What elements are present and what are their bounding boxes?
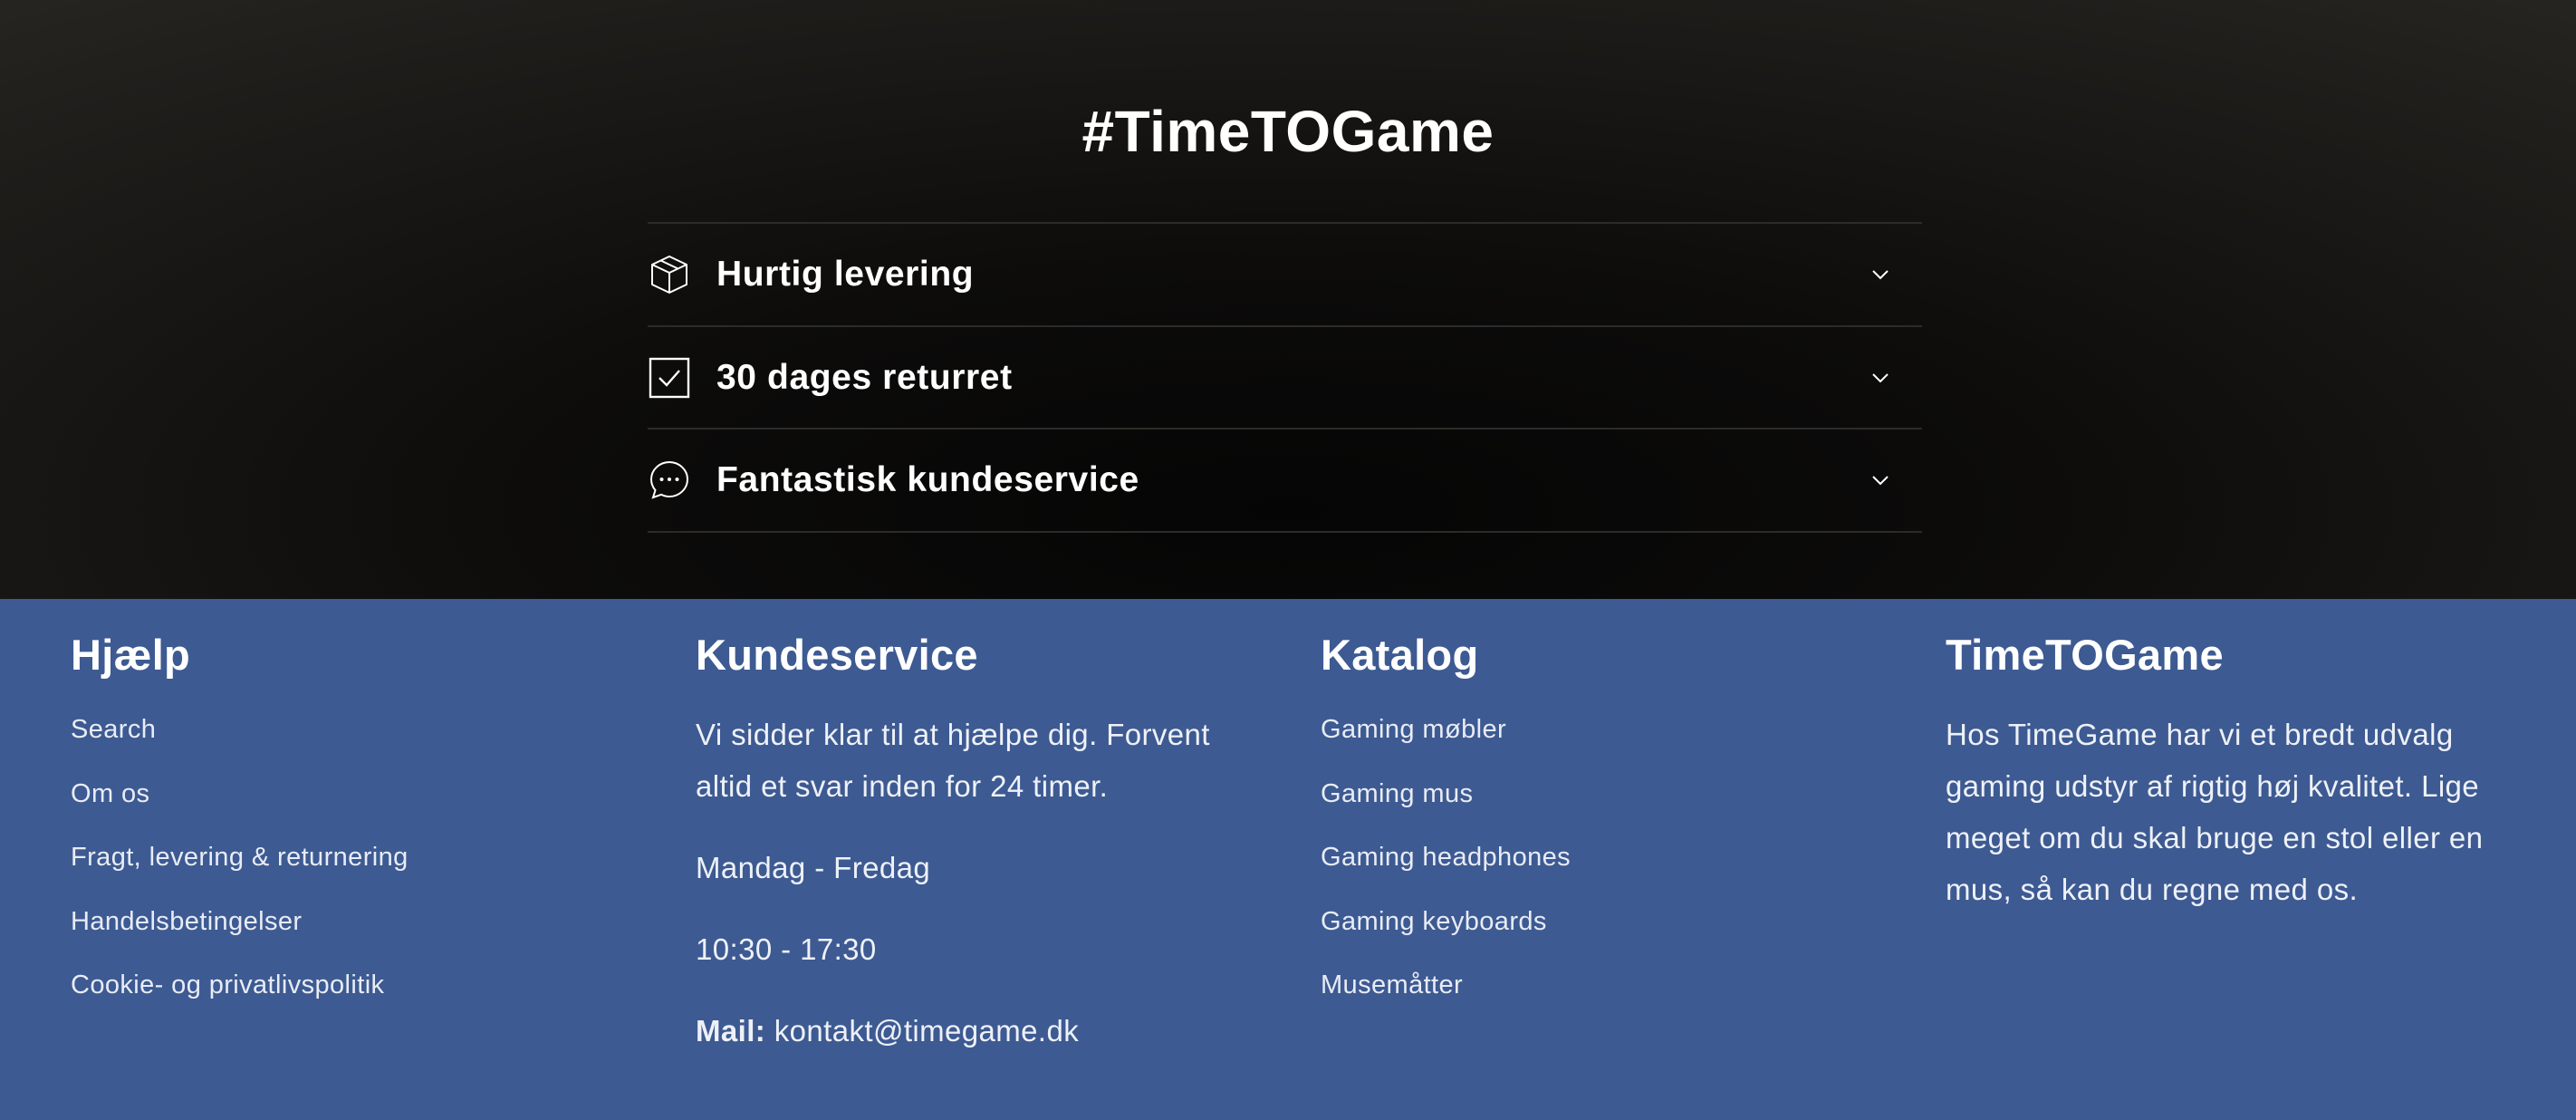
footer-link-shipping[interactable]: Fragt, levering & returnering — [71, 842, 632, 873]
box-icon — [648, 253, 691, 296]
footer-about-column: TimeTOGame Hos TimeGame har vi et bredt … — [1946, 599, 2516, 915]
footer-customer-service-column: Kundeservice Vi sidder klar til at hjælp… — [696, 599, 1257, 1057]
footer-link-gaming-furniture[interactable]: Gaming møbler — [1321, 714, 1882, 745]
accordion-item-delivery[interactable]: Hurtig levering — [648, 224, 1922, 327]
chat-icon — [648, 459, 691, 502]
footer-link-terms[interactable]: Handelsbetingelser — [71, 906, 632, 937]
help-links: Search Om os Fragt, levering & returneri… — [71, 714, 632, 1000]
mail-label: Mail: — [696, 1014, 766, 1048]
hero-section: #TimeTOGame Hurtig levering 30 dages ret… — [0, 0, 2576, 599]
footer-link-gaming-mice[interactable]: Gaming mus — [1321, 778, 1882, 809]
footer-link-mousepads[interactable]: Musemåtter — [1321, 970, 1882, 1000]
chevron-down-icon — [1871, 475, 1889, 486]
accordion-item-support[interactable]: Fantastisk kundeservice — [648, 430, 1922, 534]
accordion-label: Hurtig levering — [716, 254, 975, 294]
footer-heading: TimeTOGame — [1946, 631, 2224, 679]
hero-title: #TimeTOGame — [1081, 99, 1495, 164]
chevron-down-icon — [1871, 269, 1889, 280]
footer-link-gaming-headphones[interactable]: Gaming headphones — [1321, 842, 1882, 873]
accordion-label: Fantastisk kundeservice — [716, 460, 1139, 500]
accordion-label: 30 dages returret — [716, 357, 1013, 397]
customer-service-text: Vi sidder klar til at hjælpe dig. Forven… — [696, 718, 1210, 804]
footer-help-column: Hjælp Search Om os Fragt, levering & ret… — [71, 599, 632, 1034]
footer-heading: Kundeservice — [696, 631, 978, 679]
catalog-links: Gaming møbler Gaming mus Gaming headphon… — [1321, 714, 1882, 1000]
footer-link-search[interactable]: Search — [71, 714, 632, 745]
footer-link-about[interactable]: Om os — [71, 778, 632, 809]
opening-hours: 10:30 - 17:30 — [696, 932, 877, 967]
accordion-item-returns[interactable]: 30 dages returret — [648, 327, 1922, 430]
contact-mail: Mail: kontakt@timegame.dk — [696, 1005, 1257, 1057]
footer-link-privacy[interactable]: Cookie- og privatlivspolitik — [71, 970, 632, 1000]
chevron-down-icon — [1871, 372, 1889, 383]
about-text: Hos TimeGame har vi et bredt udvalg gami… — [1946, 718, 2484, 907]
footer-link-gaming-keyboards[interactable]: Gaming keyboards — [1321, 906, 1882, 937]
footer-catalog-column: Katalog Gaming møbler Gaming mus Gaming … — [1321, 599, 1882, 1034]
site-footer: Hjælp Search Om os Fragt, levering & ret… — [0, 599, 2576, 1120]
checkbox-icon — [648, 356, 691, 400]
footer-heading: Katalog — [1321, 631, 1479, 679]
opening-days: Mandag - Fredag — [696, 851, 931, 885]
footer-heading: Hjælp — [71, 631, 191, 679]
benefits-accordion: Hurtig levering 30 dages returret Fantas… — [648, 222, 1922, 534]
mail-link[interactable]: kontakt@timegame.dk — [774, 1014, 1079, 1048]
